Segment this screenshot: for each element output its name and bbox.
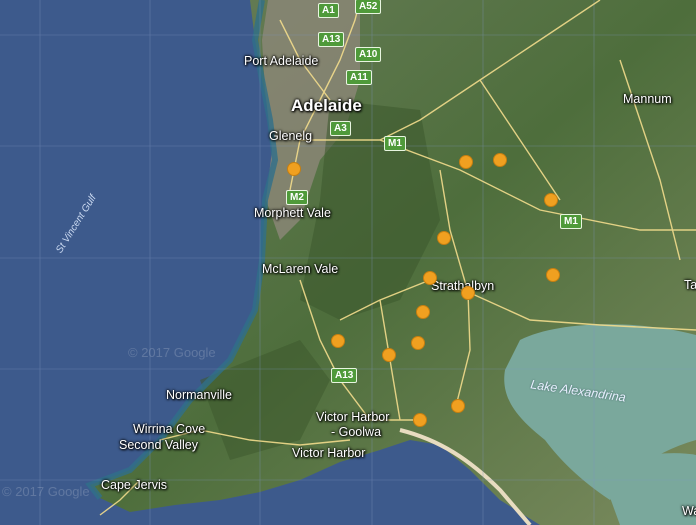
road-shield: A52 — [355, 0, 382, 14]
location-marker[interactable] — [416, 305, 430, 319]
location-marker[interactable] — [493, 153, 507, 167]
road-shield: A13 — [331, 368, 358, 383]
place-label: Port Adelaide — [244, 54, 319, 68]
location-marker[interactable] — [331, 334, 345, 348]
road-shield: A3 — [330, 121, 351, 136]
place-label: Wirrina Cove — [133, 422, 206, 436]
road-shield: M1 — [560, 214, 582, 229]
place-label: Mannum — [623, 92, 672, 106]
location-marker[interactable] — [413, 413, 427, 427]
location-marker[interactable] — [461, 286, 475, 300]
place-label: Cape Jervis — [101, 478, 167, 492]
satellite-map[interactable]: © 2017 Google © 2017 Google St Vincent G… — [0, 0, 696, 525]
map-watermark: © 2017 Google — [128, 345, 216, 360]
place-label-edge: Ta — [684, 278, 696, 292]
location-marker[interactable] — [451, 399, 465, 413]
road-shield: A1 — [318, 3, 339, 18]
road-shield: A13 — [318, 32, 345, 47]
location-marker[interactable] — [544, 193, 558, 207]
location-marker[interactable] — [546, 268, 560, 282]
place-label-edge: Wal — [682, 504, 696, 518]
place-label: Victor Harbor — [316, 410, 390, 424]
place-label: - Goolwa — [331, 425, 382, 439]
place-label: Adelaide — [291, 96, 362, 115]
map-watermark: © 2017 Google — [2, 484, 90, 499]
location-marker[interactable] — [459, 155, 473, 169]
place-label: McLaren Vale — [262, 262, 339, 276]
road-shield: A10 — [355, 47, 382, 62]
location-marker[interactable] — [382, 348, 396, 362]
place-label: Normanville — [166, 388, 232, 402]
location-marker[interactable] — [411, 336, 425, 350]
road-shield: M2 — [286, 190, 308, 205]
place-label: Glenelg — [269, 129, 313, 143]
location-marker[interactable] — [287, 162, 301, 176]
road-shield: M1 — [384, 136, 406, 151]
place-label: Victor Harbor — [292, 446, 366, 460]
location-marker[interactable] — [437, 231, 451, 245]
place-label: Morphett Vale — [254, 206, 331, 220]
road-shield: A11 — [346, 70, 372, 85]
place-label: Second Valley — [119, 438, 198, 452]
location-marker[interactable] — [423, 271, 437, 285]
